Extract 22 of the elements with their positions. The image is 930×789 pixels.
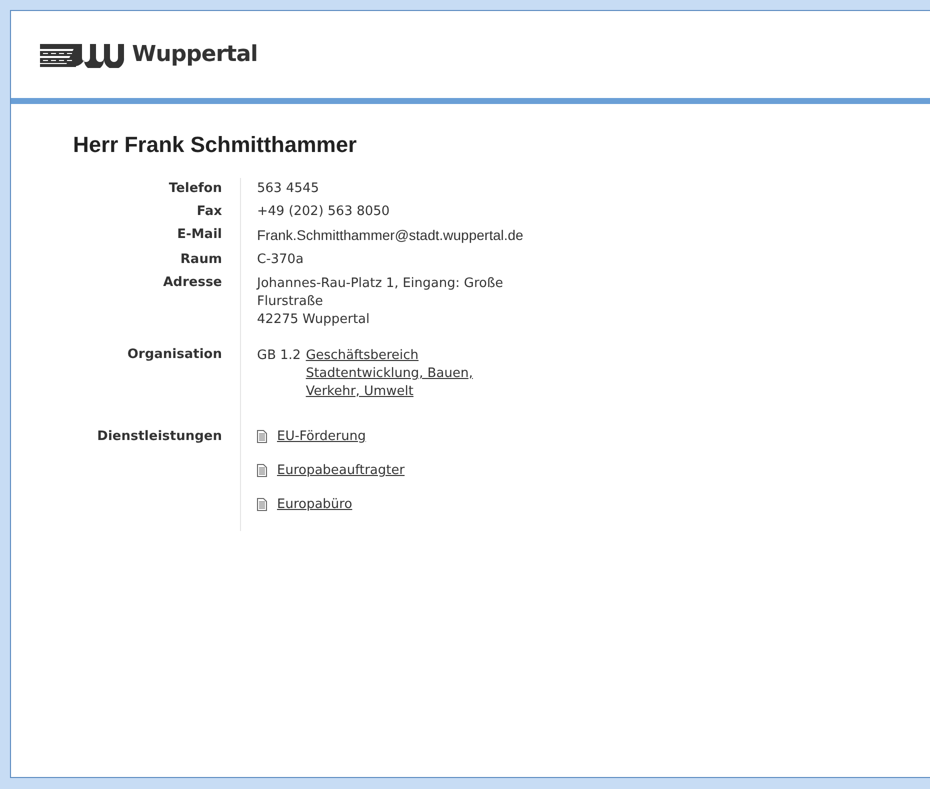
document-icon xyxy=(257,464,267,477)
field-label: Raum xyxy=(11,249,241,272)
field-label: Adresse xyxy=(11,272,241,344)
logo-text: Wuppertal xyxy=(132,42,258,67)
document-icon xyxy=(257,430,267,443)
field-label: Dienstleistungen xyxy=(11,426,241,531)
service-link[interactable]: EU-Förderung xyxy=(277,429,366,444)
service-link[interactable]: Europabeauftragter xyxy=(277,463,405,478)
address-value: Johannes-Rau-Platz 1, Eingang: Große Flurstraße 42275 Wuppertal xyxy=(257,275,504,329)
field-label: Fax xyxy=(11,201,241,224)
field-label: E-Mail xyxy=(11,224,241,249)
field-value: 563 4545 xyxy=(257,181,320,196)
org-link[interactable]: Geschäftsbereich Stadtentwicklung, Bauen, Verkehr, Umwelt xyxy=(306,347,473,401)
field-value: +49 (202) 563 8050 xyxy=(257,204,390,219)
field-label: Telefon xyxy=(11,178,241,201)
person-name: Herr Frank Schmitthammer xyxy=(73,132,358,158)
document-icon xyxy=(257,498,267,511)
field-label: Organisation xyxy=(11,344,241,426)
email-value: Frank.Schmitthammer@stadt.wuppertal.de xyxy=(257,227,524,243)
org-code: GB 1.2 xyxy=(257,347,301,365)
service-link[interactable]: Europabüro xyxy=(277,497,352,512)
field-value: C-370a xyxy=(257,252,304,267)
